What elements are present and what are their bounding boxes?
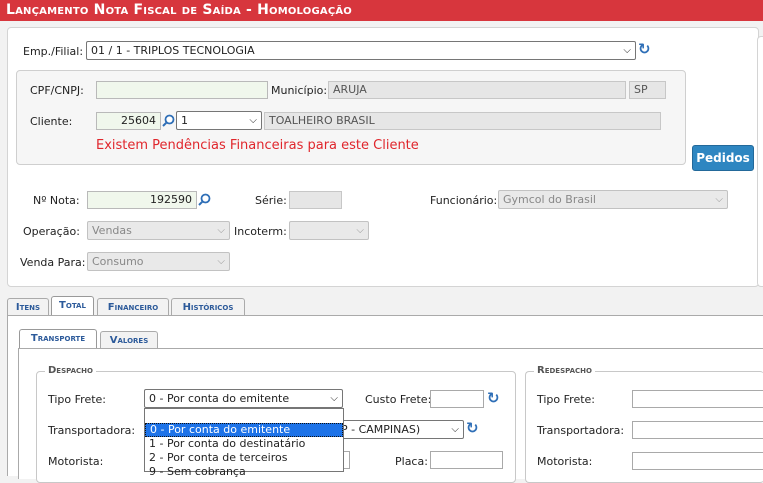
transportadora-value: P - CAMPINAS) <box>341 423 421 436</box>
tab-valores[interactable]: Valores <box>100 331 158 348</box>
pending-warning: Existem Pendências Financeiras para este… <box>96 138 419 153</box>
funcionario-select: Gymcol do Brasil ⌵ <box>498 190 728 209</box>
cliente-label: Cliente: <box>30 115 73 128</box>
operacao-value: Vendas <box>92 224 132 237</box>
side-panel-edge <box>757 36 763 287</box>
refresh-icon[interactable]: ↻ <box>466 421 479 436</box>
placa-label: Placa: <box>395 455 428 468</box>
search-icon[interactable] <box>162 114 175 127</box>
municipio-label: Município: <box>271 84 328 97</box>
emp-filial-value: 01 / 1 - TRIPLOS TECNOLOGIA <box>91 44 255 57</box>
pedidos-button[interactable]: Pedidos <box>692 145 754 171</box>
redespacho-tipo-frete-label: Tipo Frete: <box>537 393 596 406</box>
tab-total[interactable]: Total <box>51 296 94 315</box>
incoterm-select: ⌵ <box>289 221 369 240</box>
despacho-legend: Despacho <box>45 365 96 376</box>
uf-field: SP <box>629 81 666 99</box>
tab-financeiro[interactable]: Financeiro <box>97 298 169 315</box>
venda-para-label: Venda Para: <box>20 256 86 269</box>
placa-field[interactable] <box>430 451 503 469</box>
tipo-frete-select[interactable]: 0 - Por conta do emitente ⌵ <box>144 389 343 408</box>
cliente-seq-value: 1 <box>181 114 188 127</box>
frete-option[interactable]: 0 - Por conta do emitente <box>145 423 343 437</box>
custo-frete-field[interactable] <box>430 390 484 408</box>
nota-field[interactable]: 192590 <box>87 191 197 209</box>
cliente-code-field[interactable]: 25604 <box>96 112 161 130</box>
motorista-label: Motorista: <box>48 455 104 468</box>
venda-para-select: Consumo ⌵ <box>87 252 230 271</box>
chevron-down-icon: ⌵ <box>451 424 459 435</box>
redespacho-transportadora-label: Transportadora: <box>537 424 625 437</box>
incoterm-label: Incoterm: <box>234 225 287 238</box>
nota-value: 192590 <box>150 193 192 206</box>
window-title: Lançamento Nota Fiscal de Saída - Homolo… <box>0 0 763 21</box>
municipio-field: ARUJA <box>328 81 626 99</box>
cliente-name-field: TOALHEIRO BRASIL <box>264 112 661 130</box>
tab-itens[interactable]: Itens <box>7 298 49 315</box>
redespacho-tipo-frete-field[interactable] <box>632 390 763 408</box>
tab-transporte[interactable]: Transporte <box>19 329 97 348</box>
chevron-down-icon: ⌵ <box>217 256 225 267</box>
serie-label: Série: <box>255 194 287 207</box>
funcionario-value: Gymcol do Brasil <box>503 193 596 206</box>
custo-frete-label: Custo Frete: <box>365 393 432 406</box>
chevron-down-icon: ⌵ <box>356 225 364 236</box>
emp-filial-label: Emp./Filial: <box>23 45 84 58</box>
chevron-down-icon: ⌵ <box>623 45 631 56</box>
frete-option[interactable]: 9 - Sem cobrança <box>145 465 343 479</box>
cpf-cnpj-label: CPF/CNPJ: <box>30 84 84 97</box>
cliente-code-value: 25604 <box>121 114 156 127</box>
chevron-down-icon: ⌵ <box>249 115 257 126</box>
redespacho-transportadora-field[interactable] <box>632 421 763 439</box>
funcionario-label: Funcionário: <box>430 194 498 207</box>
serie-field <box>289 191 342 209</box>
tab-historicos[interactable]: Históricos <box>171 298 245 315</box>
chevron-down-icon: ⌵ <box>217 225 225 236</box>
tipo-frete-label: Tipo Frete: <box>48 393 107 406</box>
redespacho-legend: Redespacho <box>534 365 595 376</box>
frete-option[interactable]: 2 - Por conta de terceiros <box>145 451 343 465</box>
cliente-seq-select[interactable]: 1 ⌵ <box>176 111 262 130</box>
chevron-down-icon: ⌵ <box>330 393 338 404</box>
tipo-frete-dropdown: 0 - Por conta do emitente 1 - Por conta … <box>144 408 344 478</box>
emp-filial-select[interactable]: 01 / 1 - TRIPLOS TECNOLOGIA ⌵ <box>86 41 636 60</box>
redespacho-motorista-label: Motorista: <box>537 455 593 468</box>
refresh-icon[interactable]: ↻ <box>487 391 500 406</box>
frete-option[interactable]: 1 - Por conta do destinatário <box>145 437 343 451</box>
chevron-down-icon: ⌵ <box>715 194 723 205</box>
cpf-cnpj-field[interactable] <box>96 81 268 99</box>
nota-label: Nº Nota: <box>33 194 80 207</box>
operacao-label: Operação: <box>23 225 80 238</box>
redespacho-motorista-field[interactable] <box>632 452 763 470</box>
operacao-select: Vendas ⌵ <box>87 221 230 240</box>
tipo-frete-value: 0 - Por conta do emitente <box>149 392 290 405</box>
refresh-icon[interactable]: ↻ <box>638 42 651 57</box>
search-icon[interactable] <box>198 193 211 206</box>
venda-para-value: Consumo <box>92 255 144 268</box>
transportadora-label: Transportadora: <box>48 424 136 437</box>
